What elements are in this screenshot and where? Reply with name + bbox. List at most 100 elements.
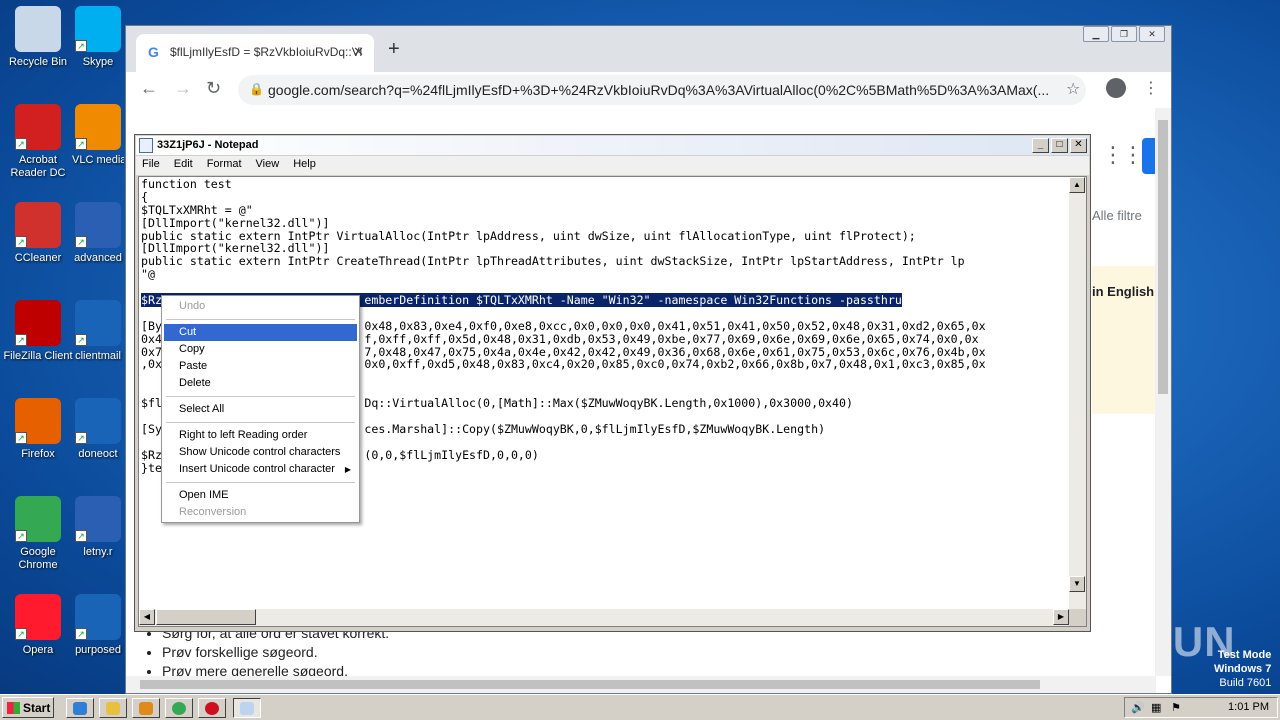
shortcut-arrow-icon: ↗ <box>75 530 87 542</box>
flag-icon[interactable]: ⚑ <box>1171 701 1181 714</box>
minimize-button[interactable]: ▁ <box>1083 26 1109 42</box>
desktop-icon-label: letny.r <box>83 546 113 558</box>
desktop-icon[interactable]: ↗ FileZilla Client <box>0 300 76 363</box>
taskbar-opera-button[interactable] <box>198 698 226 718</box>
new-tab-icon[interactable]: + <box>388 38 400 61</box>
desktop-icon-label: clientmail <box>75 350 121 362</box>
skype-icon: ↗ <box>75 6 121 52</box>
notepad-vertical-scrollbar[interactable]: ▲ ▼ <box>1069 177 1086 609</box>
menu-item-paste[interactable]: Paste <box>164 358 357 375</box>
menu-item-rtl[interactable]: Right to left Reading order <box>164 427 357 444</box>
text-line: public static extern IntPtr CreateThread… <box>141 254 965 269</box>
chrome-vertical-scrollbar[interactable] <box>1155 108 1171 676</box>
chrome-horizontal-scrollbar[interactable] <box>126 676 1156 693</box>
desktop-icon[interactable]: Recycle Bin <box>0 6 76 69</box>
chrome-tab[interactable]: G $flLjmIlyEsfD = $RzVkbIoiuRvDq::Vi ✕ <box>136 34 374 72</box>
desktop-icon[interactable]: ↗ Opera <box>0 594 76 657</box>
maximize-button[interactable]: □ <box>1051 138 1068 153</box>
menu-item-show-unicode[interactable]: Show Unicode control characters <box>164 444 357 461</box>
menu-item-select-all[interactable]: Select All <box>164 401 357 418</box>
start-label: Start <box>23 701 51 715</box>
desktop-icon[interactable]: ↗ Firefox <box>0 398 76 461</box>
scroll-down-icon[interactable]: ▼ <box>1069 576 1085 592</box>
scroll-left-icon[interactable]: ◀ <box>139 609 155 625</box>
notepad-icon <box>240 702 254 715</box>
scroll-up-icon[interactable]: ▲ <box>1069 177 1085 193</box>
bookmark-star-icon[interactable]: ☆ <box>1066 79 1080 99</box>
taskbar-notepad-button[interactable] <box>233 698 261 718</box>
desktop-icon[interactable]: ↗ purposed <box>72 594 124 657</box>
desktop-icon[interactable]: ↗ letny.r <box>72 496 124 559</box>
shortcut-arrow-icon: ↗ <box>15 236 27 248</box>
text-line: { <box>141 189 148 204</box>
taskbar-ie-button[interactable] <box>66 698 94 718</box>
word-doc-icon: ↗ <box>75 202 121 248</box>
watermark-line2: Windows 7 <box>1214 663 1272 675</box>
scroll-right-icon[interactable]: ▶ <box>1053 609 1069 625</box>
scroll-thumb[interactable] <box>1158 120 1168 394</box>
menu-item-copy[interactable]: Copy <box>164 341 357 358</box>
notepad-window-controls: _ □ ✕ <box>1032 138 1087 153</box>
desktop-icon-label: advanced <box>74 252 122 264</box>
blank-icon: ↗ <box>75 300 121 346</box>
back-arrow-icon[interactable]: ← <box>140 78 158 99</box>
desktop-icon[interactable]: ↗ Skype <box>72 6 124 69</box>
close-button[interactable]: ✕ <box>1070 138 1087 153</box>
chrome-titlebar: G $flLjmIlyEsfD = $RzVkbIoiuRvDq::Vi ✕ +… <box>126 26 1171 72</box>
english-link[interactable]: in English <box>1092 266 1156 299</box>
volume-icon[interactable]: 🔊 <box>1131 701 1145 714</box>
size-grip[interactable] <box>1069 609 1086 626</box>
desktop-icon-label: CCleaner <box>14 252 62 264</box>
desktop-icon[interactable]: ↗ doneoct <box>72 398 124 461</box>
menu-item-open-ime[interactable]: Open IME <box>164 487 357 504</box>
shortcut-arrow-icon: ↗ <box>15 530 27 542</box>
menu-item-cut[interactable]: Cut <box>164 324 357 341</box>
shortcut-arrow-icon: ↗ <box>75 40 87 52</box>
clock[interactable]: 1:01 PM <box>1228 701 1269 713</box>
chrome-menu-icon[interactable]: ⋮ <box>1143 78 1159 98</box>
scroll-thumb[interactable] <box>156 609 256 625</box>
desktop-icon[interactable]: ↗ clientmail <box>72 300 124 363</box>
notepad-horizontal-scrollbar[interactable]: ◀ ▶ <box>139 609 1069 626</box>
menu-format[interactable]: Format <box>207 158 242 175</box>
suggestion-item: Prøv forskellige søgeord. <box>162 643 389 662</box>
profile-avatar-icon[interactable] <box>1106 78 1126 98</box>
desktop-icon[interactable]: ↗ Google Chrome <box>0 496 76 572</box>
shortcut-arrow-icon: ↗ <box>75 334 87 346</box>
taskbar-explorer-button[interactable] <box>99 698 127 718</box>
desktop-icon[interactable]: ↗ CCleaner <box>0 202 76 265</box>
desktop-icon-label: Acrobat Reader DC <box>10 154 66 179</box>
address-bar[interactable]: 🔒 google.com/search?q=%24flLjmIlyEsfD+%3… <box>238 75 1086 105</box>
start-button[interactable]: Start <box>2 697 54 718</box>
desktop-icon[interactable]: ↗ VLC media player <box>72 104 124 167</box>
notepad-titlebar[interactable]: 33Z1jP6J - Notepad _ □ ✕ <box>136 136 1089 155</box>
minimize-button[interactable]: _ <box>1032 138 1049 153</box>
maximize-button[interactable]: ❐ <box>1111 26 1137 42</box>
system-tray: 🔊 ▦ ⚑ 1:01 PM <box>1124 697 1278 718</box>
taskbar-media-button[interactable] <box>132 698 160 718</box>
reload-icon[interactable]: ↻ <box>206 78 221 99</box>
media-player-icon <box>139 702 153 715</box>
menu-help[interactable]: Help <box>293 158 316 175</box>
text-line: "@ <box>141 267 155 282</box>
menu-file[interactable]: File <box>142 158 160 175</box>
network-icon[interactable]: ▦ <box>1151 701 1161 714</box>
menu-edit[interactable]: Edit <box>174 158 193 175</box>
sign-in-button[interactable] <box>1142 138 1156 174</box>
menu-item-delete[interactable]: Delete <box>164 375 357 392</box>
submenu-arrow-icon: ▶ <box>344 465 351 474</box>
close-window-button[interactable]: ✕ <box>1139 26 1165 42</box>
close-tab-icon[interactable]: ✕ <box>353 44 364 60</box>
acrobat-icon: ↗ <box>15 104 61 150</box>
desktop-icon-label: Recycle Bin <box>8 56 68 68</box>
all-filters-link[interactable]: Alle filtre <box>1092 208 1142 223</box>
context-menu: Undo Cut Copy Paste Delete Select All Ri… <box>161 295 360 523</box>
scroll-thumb[interactable] <box>140 680 1040 689</box>
desktop-icon[interactable]: ↗ advanced <box>72 202 124 265</box>
lock-icon: 🔒 <box>249 82 264 96</box>
menu-item-insert-unicode[interactable]: Insert Unicode control character ▶ <box>164 461 357 478</box>
menu-view[interactable]: View <box>256 158 280 175</box>
desktop-icon[interactable]: ↗ Acrobat Reader DC <box>0 104 76 180</box>
taskbar-chrome-button[interactable] <box>165 698 193 718</box>
forward-arrow-icon[interactable]: → <box>174 78 192 99</box>
